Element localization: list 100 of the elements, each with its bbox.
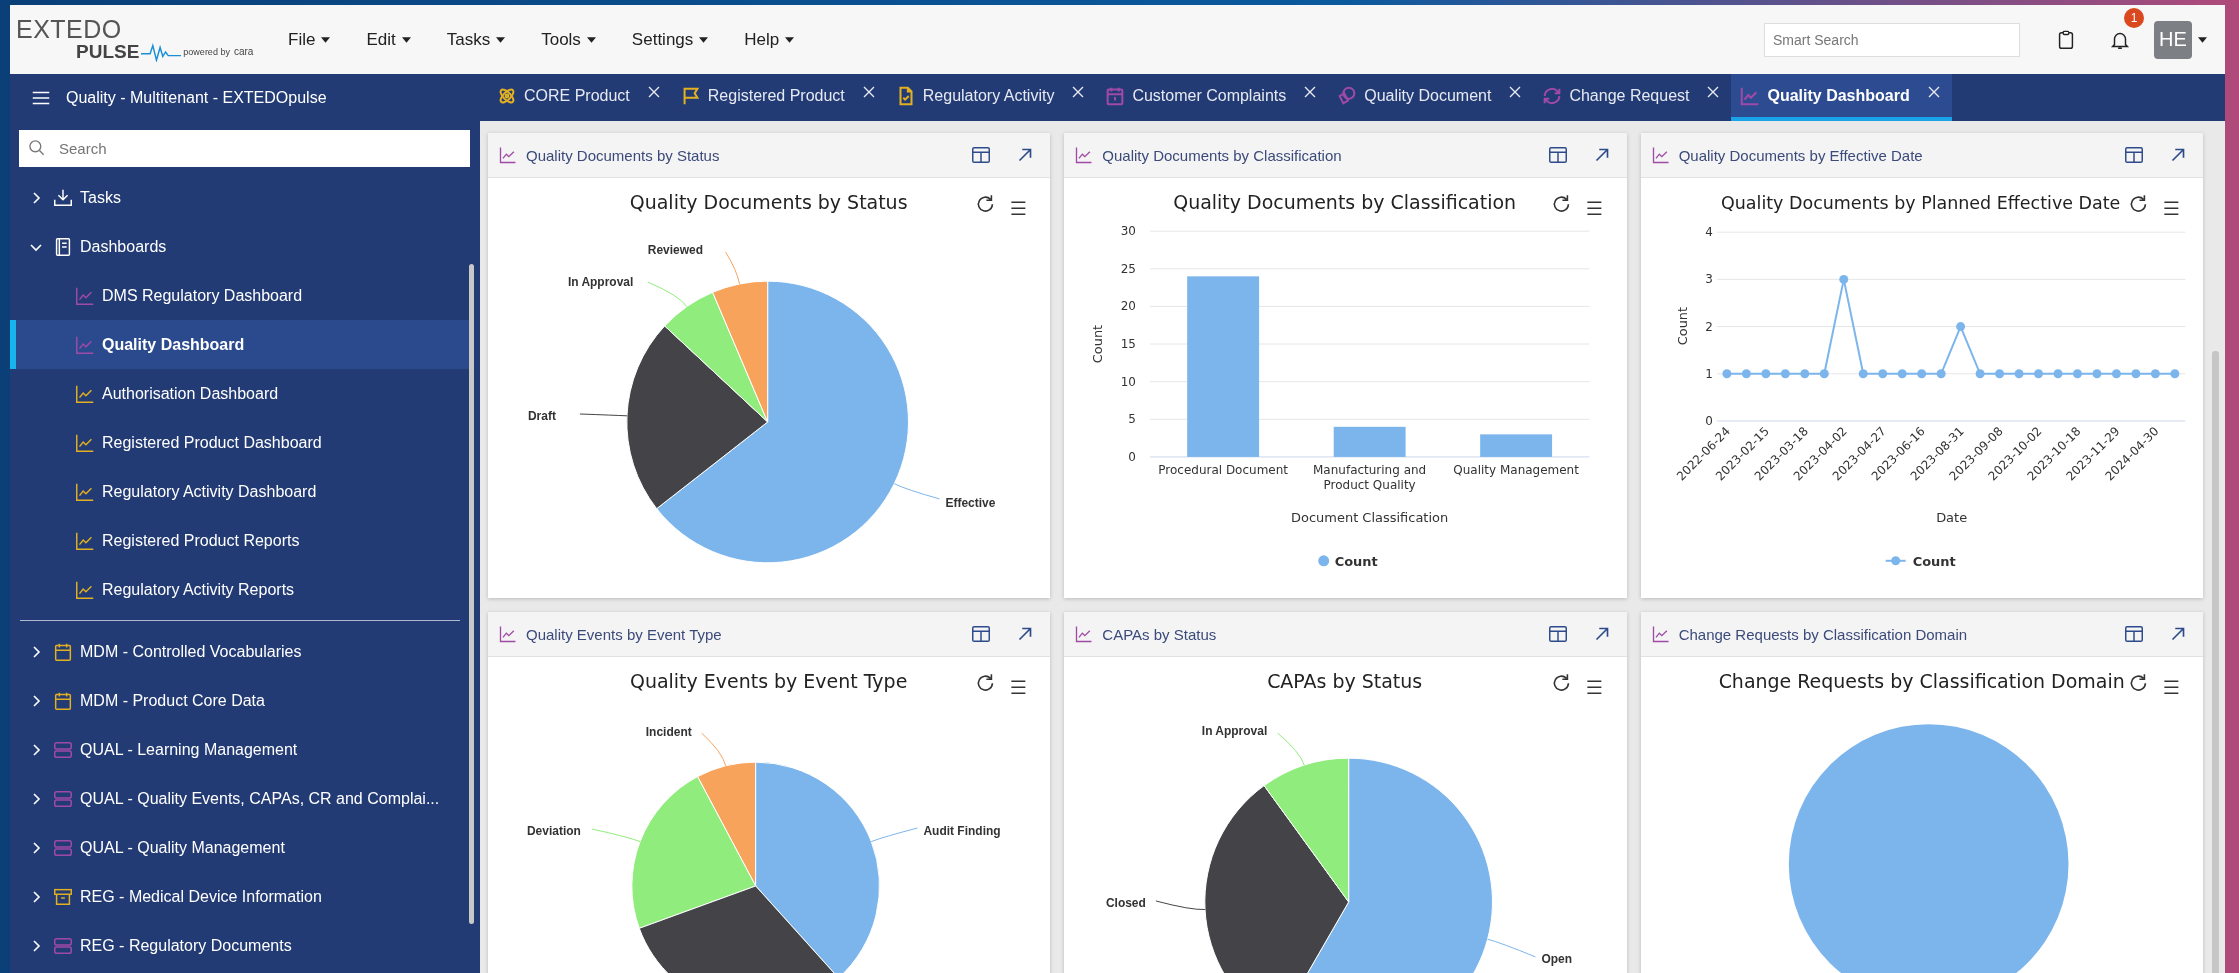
tree-item[interactable]: REG - Regulatory Documents — [10, 921, 470, 970]
workspace-title: Quality - Multitenant - EXTEDOpulse — [66, 88, 327, 107]
tree-item[interactable]: Registered Product Dashboard — [10, 418, 470, 467]
tree-item[interactable]: Quality Dashboard — [10, 320, 470, 369]
menu-icon[interactable] — [1010, 680, 1027, 694]
chevron-right-icon[interactable] — [30, 939, 42, 952]
scrollbar[interactable] — [2212, 351, 2219, 973]
leader-line — [701, 732, 727, 767]
caret-icon — [785, 36, 795, 43]
chevron-right-icon[interactable] — [30, 890, 42, 903]
chevron-right-icon[interactable] — [30, 645, 42, 658]
close-icon[interactable] — [1072, 85, 1085, 98]
slice-label: Effective — [945, 495, 996, 510]
sidebar-search-field[interactable]: Search — [19, 130, 470, 167]
slice-label: Audit Finding — [923, 824, 1001, 839]
data-point — [2131, 369, 2141, 379]
card-title: Quality Documents by Classification — [1102, 146, 1343, 164]
refresh-icon[interactable] — [977, 673, 994, 691]
data-point — [1819, 369, 1829, 379]
line-chart-icon — [498, 624, 518, 644]
menu-button[interactable]: Help — [734, 23, 805, 56]
tree-item[interactable]: Regulatory Activity Reports — [10, 565, 470, 614]
tab[interactable]: Quality Dashboard — [1731, 74, 1952, 121]
refresh-icon[interactable] — [1553, 673, 1570, 691]
refresh-icon[interactable] — [2130, 673, 2146, 691]
tree-item[interactable]: MDM - Controlled Vocabularies — [10, 627, 470, 676]
tree-item[interactable]: QUAL - Learning Management — [10, 725, 470, 774]
menu-button[interactable]: Settings — [621, 23, 719, 56]
menu-icon[interactable] — [1010, 201, 1027, 215]
data-point — [1955, 322, 1965, 332]
close-icon[interactable] — [1927, 85, 1940, 98]
tree-item[interactable]: QUAL - Quality Management — [10, 823, 470, 872]
leader-line — [870, 827, 918, 843]
line-chart-icon — [1650, 145, 1671, 165]
chevron-right-icon[interactable] — [30, 841, 42, 854]
caret-icon[interactable] — [2198, 36, 2207, 43]
table-view-icon[interactable] — [2123, 144, 2145, 166]
leader-line — [1155, 900, 1206, 911]
slice-label: In Approval — [567, 275, 634, 290]
close-icon[interactable] — [862, 85, 875, 98]
menu-icon[interactable] — [2163, 680, 2179, 694]
legend-label[interactable]: Count — [1912, 553, 1956, 569]
tree-item[interactable]: DMS Regulatory Dashboard — [10, 271, 470, 320]
tree-item[interactable]: Tasks — [10, 173, 470, 222]
tab[interactable]: Quality Document — [1328, 74, 1534, 121]
menu-icon[interactable] — [1586, 680, 1603, 694]
scrollbar[interactable] — [469, 264, 474, 924]
close-icon[interactable] — [1707, 85, 1720, 98]
menu-button[interactable]: Tools — [531, 23, 606, 56]
close-icon[interactable] — [647, 85, 660, 98]
chevron-right-icon[interactable] — [30, 743, 42, 756]
bar — [1334, 426, 1406, 457]
tree-item[interactable]: Regulatory Activity Dashboard — [10, 467, 470, 516]
tab[interactable]: CORE Product — [488, 74, 672, 121]
refresh-icon[interactable] — [977, 194, 994, 212]
menu-button[interactable]: File — [278, 23, 341, 56]
data-point — [2170, 369, 2179, 379]
data-point — [2150, 369, 2160, 379]
caret-icon — [586, 36, 596, 43]
legend-marker — [1318, 555, 1330, 567]
menu-button[interactable]: Edit — [356, 23, 421, 56]
chevron-right-icon[interactable] — [30, 792, 42, 805]
logo-tagline: powered by — [183, 46, 230, 57]
axis-tick-label: 3 — [1704, 272, 1713, 287]
tree-item[interactable]: MDM - Product Core Data — [10, 676, 470, 725]
menu-button[interactable]: Tasks — [436, 23, 516, 56]
refresh-icon[interactable] — [1553, 194, 1570, 212]
table-view-icon[interactable] — [1546, 623, 1569, 645]
tab[interactable]: Regulatory Activity — [886, 74, 1097, 121]
data-point — [2092, 369, 2102, 379]
category-label: Procedural Document — [1157, 462, 1290, 478]
axis-title: Count — [1674, 306, 1690, 346]
menu-icon[interactable] — [1586, 201, 1603, 215]
axis-tick-label: 4 — [1704, 225, 1713, 240]
tab[interactable]: Customer Complaints — [1096, 74, 1329, 121]
tree-item[interactable]: Registered Product Reports — [10, 516, 470, 565]
table-view-icon[interactable] — [1546, 144, 1569, 166]
table-view-icon[interactable] — [2123, 623, 2145, 645]
chevron-right-icon[interactable] — [30, 191, 42, 204]
chevron-right-icon[interactable] — [30, 694, 42, 707]
close-icon[interactable] — [1304, 85, 1317, 98]
search-icon — [27, 138, 47, 158]
tree-item[interactable]: REG - Medical Device Information — [10, 872, 470, 921]
slice-label: Closed — [1106, 895, 1147, 910]
user-avatar-button[interactable]: HE — [2154, 20, 2192, 59]
refresh-icon[interactable] — [2130, 194, 2146, 212]
tab[interactable]: Change Request — [1533, 74, 1732, 121]
tree-item[interactable]: Dashboards — [10, 222, 470, 271]
table-view-icon[interactable] — [970, 623, 993, 645]
tree-item[interactable]: Authorisation Dashboard — [10, 369, 470, 418]
menu-icon[interactable] — [2163, 201, 2179, 215]
smart-search-field[interactable]: Smart Search — [1764, 22, 2020, 57]
card-title: Quality Documents by Effective Date — [1678, 146, 1924, 164]
axis-tick-label: 25 — [1121, 261, 1137, 276]
tab[interactable]: Registered Product — [671, 74, 887, 121]
close-icon[interactable] — [1509, 85, 1522, 98]
table-view-icon[interactable] — [970, 144, 993, 166]
legend-label[interactable]: Count — [1335, 553, 1379, 569]
tree-item[interactable]: QUAL - Quality Events, CAPAs, CR and Complai... — [10, 774, 470, 823]
axis-tick-label: 2 — [1704, 319, 1713, 334]
